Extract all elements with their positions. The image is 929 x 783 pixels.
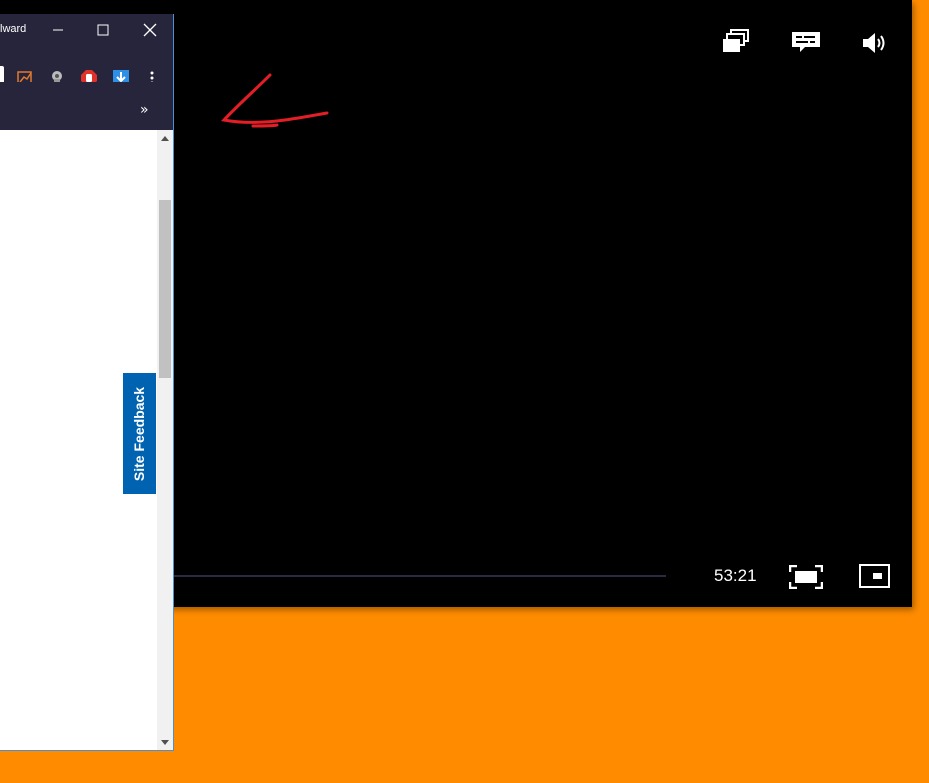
- scroll-down-arrow-icon[interactable]: [161, 740, 169, 745]
- captions-button[interactable]: [791, 31, 821, 53]
- mini-player-button[interactable]: [859, 564, 891, 589]
- maximize-icon: [97, 24, 109, 36]
- bookmarks-overflow-button[interactable]: »: [140, 102, 149, 118]
- fullscreen-button[interactable]: [789, 565, 823, 589]
- site-feedback-tab[interactable]: Site Feedback: [123, 373, 156, 494]
- maximize-button[interactable]: [86, 14, 120, 46]
- fullscreen-icon: [789, 565, 823, 589]
- close-button[interactable]: [133, 14, 167, 46]
- captions-icon: [792, 32, 820, 52]
- close-icon: [143, 23, 157, 37]
- playlist-button[interactable]: [722, 29, 750, 55]
- scroll-thumb[interactable]: [159, 200, 171, 378]
- volume-button[interactable]: [862, 31, 888, 55]
- time-display: 53:21: [714, 566, 757, 585]
- window-title: lward: [0, 23, 27, 35]
- red-arrow-annotation: [221, 73, 329, 128]
- mini-player-icon: [859, 564, 890, 588]
- vertical-scrollbar[interactable]: [157, 130, 173, 750]
- speaker-icon: [863, 33, 885, 53]
- stacked-windows-icon: [723, 29, 749, 52]
- seek-bar[interactable]: [172, 575, 666, 577]
- browser-window: lward » Site Feedback: [0, 14, 174, 751]
- site-feedback-label: Site Feedback: [131, 386, 148, 481]
- scroll-up-arrow-icon[interactable]: [161, 136, 169, 141]
- minimize-button[interactable]: [41, 14, 75, 46]
- minimize-icon: [53, 29, 63, 31]
- browser-titlebar[interactable]: lward: [0, 14, 173, 46]
- browser-toolbar: [0, 46, 173, 90]
